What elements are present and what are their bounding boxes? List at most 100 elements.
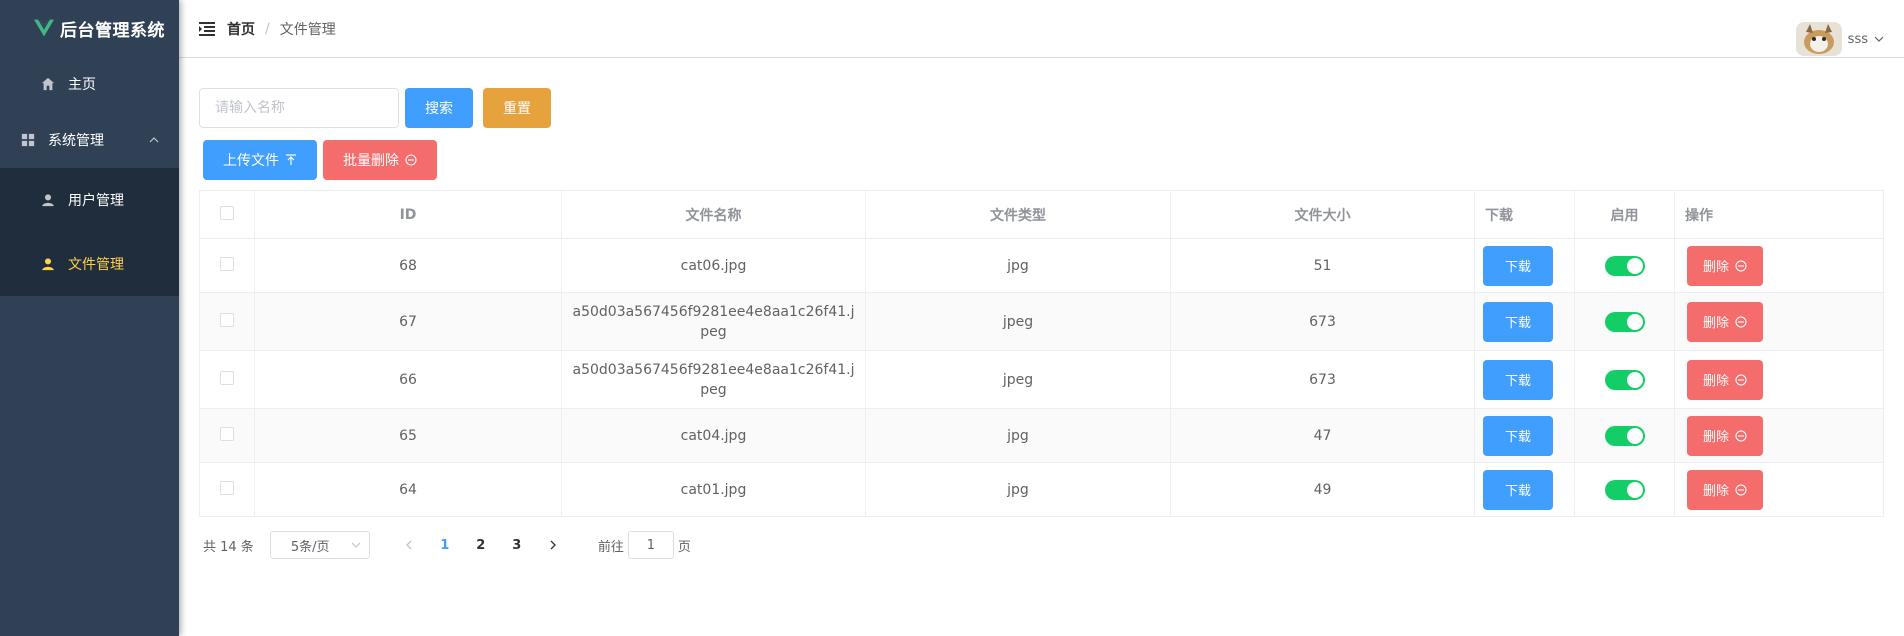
upload-button[interactable]: 上传文件	[203, 140, 317, 180]
cell-name: cat01.jpg	[561, 462, 866, 517]
download-button[interactable]: 下载	[1483, 359, 1554, 400]
row-checkbox[interactable]	[220, 426, 234, 441]
download-button[interactable]: 下载	[1483, 415, 1554, 456]
cell-download: 下载	[1474, 408, 1575, 463]
delete-button[interactable]: 删除	[1687, 359, 1764, 400]
cell-download: 下载	[1474, 350, 1575, 409]
batch-delete-button[interactable]: 批量删除	[323, 140, 437, 180]
sidebar-item-files[interactable]: 文件管理	[0, 232, 179, 296]
chevron-right-icon	[550, 540, 556, 550]
cell-actions: 删除	[1674, 238, 1884, 293]
breadcrumb-separator: /	[265, 20, 270, 37]
action-toolbar: 上传文件 批量删除	[199, 140, 1884, 180]
cell-type: jpg	[865, 462, 1171, 517]
sidebar-item-label: 主页	[68, 77, 96, 93]
delete-button[interactable]: 删除	[1687, 245, 1764, 286]
table-row: 66 a50d03a567456f9281ee4e8aa1c26f41.jpeg j…	[199, 350, 1884, 409]
table-row: 65 cat04.jpg jpg 47 下载 删除	[199, 408, 1884, 463]
cell-id: 67	[254, 292, 562, 351]
table-header-row: ID 文件名称 文件类型 文件大小 下载 启用 操作	[199, 190, 1884, 239]
reset-button[interactable]: 重置	[483, 88, 551, 128]
enable-switch[interactable]	[1604, 425, 1645, 446]
logo[interactable]: 后台管理系统	[0, 0, 179, 56]
cell-id: 65	[254, 408, 562, 463]
total-count: 共 14 条	[203, 539, 254, 555]
delete-label: 删除	[1703, 260, 1730, 275]
cell-actions: 删除	[1674, 292, 1884, 351]
delete-button[interactable]: 删除	[1687, 301, 1764, 342]
col-size: 文件大小	[1170, 190, 1475, 239]
upload-icon	[286, 154, 296, 165]
cell-enabled	[1574, 462, 1675, 517]
download-button[interactable]: 下载	[1483, 469, 1554, 510]
cell-id: 66	[254, 350, 562, 409]
chevron-down-icon	[351, 542, 361, 548]
row-checkbox[interactable]	[220, 480, 234, 495]
search-button[interactable]: 搜索	[405, 88, 473, 128]
remove-circle-icon	[1735, 429, 1747, 442]
cell-download: 下载	[1474, 292, 1575, 351]
cell-size: 49	[1170, 462, 1475, 517]
enable-switch[interactable]	[1604, 479, 1645, 500]
delete-button[interactable]: 删除	[1687, 469, 1764, 510]
grid-icon	[20, 132, 36, 148]
page-size-select[interactable]: 5条/页	[269, 531, 370, 559]
enable-switch[interactable]	[1604, 369, 1645, 390]
row-select-cell	[199, 350, 255, 409]
delete-button[interactable]: 删除	[1687, 415, 1764, 456]
page-2[interactable]: 2	[466, 531, 496, 559]
goto-label: 前往	[597, 539, 624, 555]
delete-label: 删除	[1703, 316, 1730, 331]
cell-name: cat06.jpg	[561, 238, 866, 293]
user-menu[interactable]: sss	[1795, 22, 1884, 56]
upload-label: 上传文件	[223, 153, 279, 169]
cell-name: a50d03a567456f9281ee4e8aa1c26f41.jpeg	[561, 292, 866, 351]
row-select-cell	[199, 292, 255, 351]
sidebar-item-home[interactable]: 主页	[0, 56, 179, 112]
cell-type: jpeg	[865, 350, 1171, 409]
search-input[interactable]	[215, 100, 389, 116]
delete-label: 删除	[1703, 430, 1730, 445]
cell-actions: 删除	[1674, 462, 1884, 517]
page-1[interactable]: 1	[430, 531, 460, 559]
page-size-value: 5条/页	[290, 539, 330, 555]
remove-circle-icon	[1735, 259, 1747, 272]
menu-fold-icon[interactable]	[199, 21, 215, 36]
row-checkbox[interactable]	[220, 370, 234, 385]
breadcrumb-home[interactable]: 首页	[227, 19, 255, 39]
col-enabled: 启用	[1574, 190, 1675, 239]
row-checkbox[interactable]	[220, 256, 234, 271]
select-all-checkbox[interactable]	[220, 205, 234, 220]
cell-type: jpg	[865, 238, 1171, 293]
download-button[interactable]: 下载	[1483, 301, 1554, 342]
cell-type: jpg	[865, 408, 1171, 463]
vue-logo-icon	[34, 19, 54, 37]
cell-enabled	[1574, 292, 1675, 351]
search-field[interactable]	[199, 88, 399, 128]
page-3[interactable]: 3	[502, 531, 532, 559]
sidebar-item-users[interactable]: 用户管理	[0, 168, 179, 232]
remove-circle-icon	[1735, 315, 1747, 328]
cell-size: 673	[1170, 292, 1475, 351]
col-actions: 操作	[1674, 190, 1884, 239]
next-page-button[interactable]	[538, 531, 568, 559]
header: 首页 / 文件管理 sss	[179, 0, 1904, 58]
files-table: ID 文件名称 文件类型 文件大小 下载 启用 操作 68 cat06.jpg jp…	[199, 190, 1884, 517]
cell-name: cat04.jpg	[561, 408, 866, 463]
cell-size: 673	[1170, 350, 1475, 409]
table-row: 67 a50d03a567456f9281ee4e8aa1c26f41.jpeg j…	[199, 292, 1884, 351]
user-icon	[40, 192, 56, 208]
breadcrumb: 首页 / 文件管理	[227, 19, 336, 39]
row-checkbox[interactable]	[220, 312, 234, 327]
enable-switch[interactable]	[1604, 311, 1645, 332]
sidebar-item-system[interactable]: 系统管理	[0, 112, 179, 168]
main-area: 首页 / 文件管理 sss 请输入名称 搜索 重置 上传文件 批量删除 ID 文…	[179, 0, 1904, 636]
cell-size: 51	[1170, 238, 1475, 293]
sidebar-item-label: 文件管理	[68, 257, 124, 273]
goto-page-input[interactable]	[627, 531, 674, 559]
download-button[interactable]: 下载	[1483, 245, 1554, 286]
chevron-left-icon	[405, 540, 412, 550]
enable-switch[interactable]	[1604, 255, 1645, 276]
prev-page-button[interactable]	[394, 531, 424, 559]
col-type: 文件类型	[865, 190, 1171, 239]
